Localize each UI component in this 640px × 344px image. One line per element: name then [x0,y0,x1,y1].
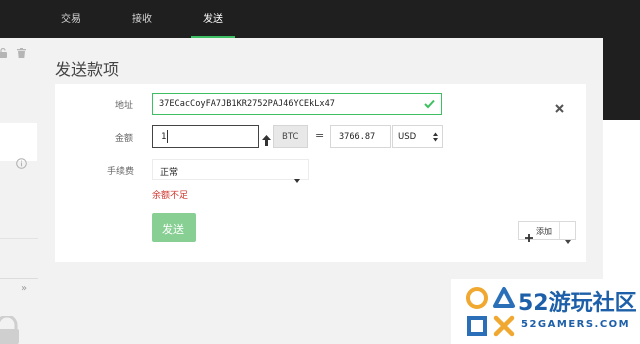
send-button[interactable]: 发送 [152,213,196,242]
page-title: 发送款项 [55,60,120,79]
updown-icon [433,132,438,145]
add-recipient-button[interactable]: 添加 [518,221,576,244]
right-dark-panel [603,38,640,120]
add-dropdown-caret-icon[interactable] [565,229,571,248]
sidebar-divider [0,238,38,239]
error-message: 余额不足 [152,191,189,201]
fee-label: 手续费 [107,167,135,177]
watermark-subtitle: 52GAMERS.COM [521,319,631,330]
top-nav-bar: 交易 接收 发送 [0,0,640,39]
fiat-amount-value: 3766.87 [339,132,376,142]
btc-unit-button[interactable]: BTC [273,125,308,148]
plus-icon [525,227,533,246]
collapse-sidebar-button[interactable]: » [21,283,27,294]
watermark-logo-icon [464,285,518,343]
watermark: 52游玩社区 52GAMERS.COM [451,279,640,344]
lock-large-icon [0,314,20,344]
tab-receive[interactable]: 接收 [132,0,152,38]
trash-icon[interactable] [17,43,26,62]
lock-icon[interactable] [0,43,7,62]
address-input[interactable]: 37ECacCoyFA7JB1KR2752PAJ46YCEkLx47 [152,93,442,115]
currency-value: USD [398,132,417,142]
address-value: 37ECacCoyFA7JB1KR2752PAJ46YCEkLx47 [159,99,335,109]
amount-label: 金额 [115,134,134,144]
fiat-amount-input[interactable]: 3766.87 [330,125,391,148]
sidebar-divider-bottom [0,278,38,279]
amount-value: 1 [161,132,167,142]
amount-input[interactable]: 1 [152,125,259,148]
address-label: 地址 [115,101,134,111]
text-cursor [167,130,168,143]
currency-select[interactable]: USD [392,125,443,148]
caret-down-icon [294,168,300,187]
fee-select[interactable]: 正常 [152,159,309,183]
tab-transactions[interactable]: 交易 [61,0,81,38]
add-button-label: 添加 [536,227,552,236]
btc-unit-label: BTC [282,132,299,142]
sidebar: » [0,38,38,344]
send-button-label: 发送 [162,223,184,236]
remove-recipient-icon[interactable] [555,98,564,117]
split-divider [559,222,560,239]
equals-sign: = [315,129,325,142]
tab-send[interactable]: 发送 [203,0,223,38]
fee-value: 正常 [160,168,179,178]
arrow-up-icon[interactable] [262,131,271,150]
watermark-title: 52游玩社区 [518,291,637,316]
info-icon[interactable] [16,154,27,173]
valid-check-icon [424,99,435,112]
